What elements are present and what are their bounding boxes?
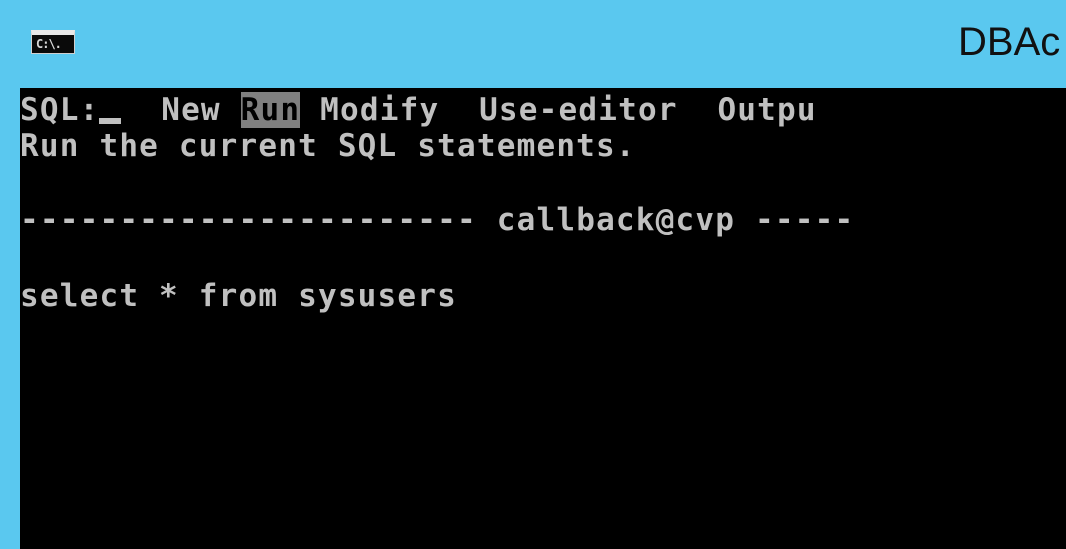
- console-area[interactable]: SQL: New Run Modify Use-editor Outpu Run…: [20, 88, 1066, 549]
- separator-right: -----: [755, 202, 855, 238]
- menu-item-run[interactable]: Run: [240, 92, 301, 128]
- menu-item-use-editor[interactable]: Use-editor: [479, 92, 678, 128]
- text-cursor: [99, 118, 122, 124]
- sql-prompt: SQL:: [20, 92, 100, 128]
- database-label: callback@cvp: [496, 202, 736, 238]
- window-title: DBAc: [958, 20, 1061, 64]
- menu-item-new[interactable]: New: [161, 92, 221, 128]
- menu-line: SQL: New Run Modify Use-editor Outpu: [20, 92, 817, 128]
- separator-left: -----------------------: [20, 202, 477, 238]
- menu-description: Run the current SQL statements.: [20, 128, 636, 164]
- menu-item-modify[interactable]: Modify: [320, 92, 439, 128]
- title-bar[interactable]: C:\. DBAc: [0, 0, 1066, 88]
- cmd-icon[interactable]: C:\.: [31, 30, 75, 54]
- menu-item-output[interactable]: Outpu: [717, 92, 816, 128]
- cmd-icon-label: C:\.: [36, 37, 62, 51]
- console-window: C:\. DBAc SQL: New Run Modify Use-editor…: [0, 0, 1066, 549]
- sql-statement[interactable]: select * from sysusers: [20, 278, 457, 314]
- database-separator: ----------------------- callback@cvp ---…: [20, 202, 854, 238]
